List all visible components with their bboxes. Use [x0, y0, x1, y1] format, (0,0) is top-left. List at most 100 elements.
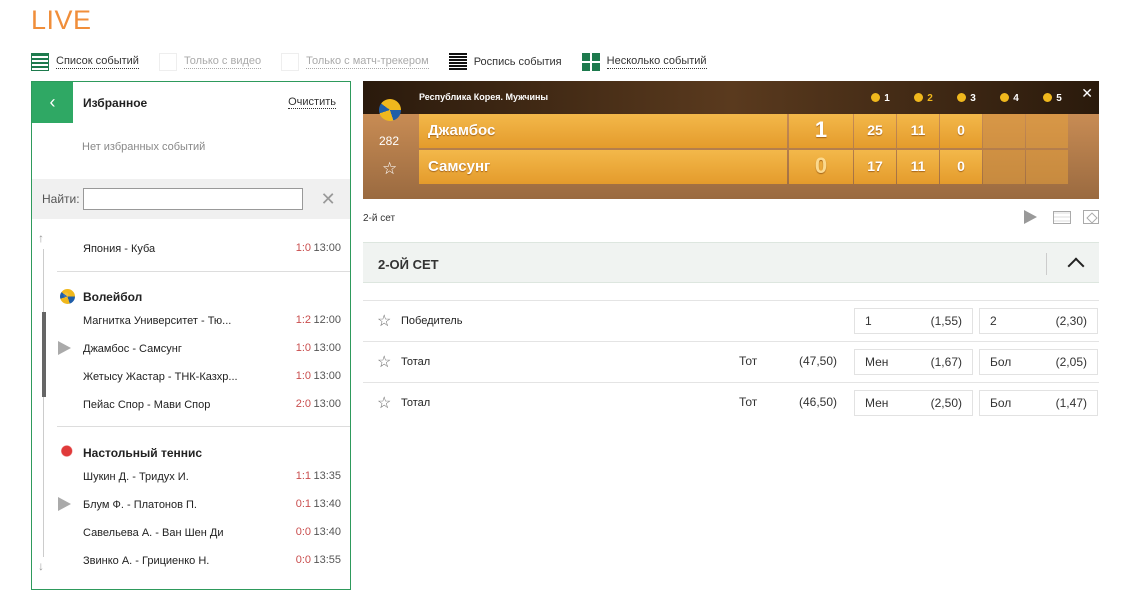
search-input[interactable] — [82, 188, 303, 210]
event-row-selected[interactable]: Джамбос - Самсунг 1:0 13:00 — [58, 341, 341, 357]
event-time: 13:40 — [313, 526, 341, 538]
event-row[interactable]: Блум Ф. - Платонов П. 0:1 13:40 — [58, 497, 341, 513]
market-name: Тотал — [401, 356, 431, 368]
divider — [1046, 253, 1047, 275]
event-score: 0:1 — [295, 498, 311, 510]
odds-button[interactable]: Мен (2,50) — [854, 390, 973, 416]
set-header: 5 — [1031, 93, 1074, 104]
event-row[interactable]: Савельева А. - Ван Шен Ди 0:0 13:40 — [83, 525, 341, 541]
odds-button[interactable]: 2 (2,30) — [979, 308, 1098, 334]
back-button[interactable]: ‹ — [32, 82, 73, 123]
scrollbar-thumb[interactable] — [42, 312, 46, 397]
view-option-event-detail[interactable]: Роспись события — [448, 53, 562, 71]
set-number: 5 — [1056, 93, 1062, 104]
view-option-video-only[interactable]: Только с видео — [158, 53, 262, 71]
team-row-away: Самсунг 0 17 11 0 — [419, 150, 1072, 184]
event-name: Звинко А. - Грициенко Н. — [83, 555, 210, 567]
market-row: ☆ Тотал Тот (47,50) Мен (1,67) Бол (2,05… — [363, 341, 1099, 382]
view-option-list[interactable]: Список событий — [31, 53, 139, 71]
close-icon[interactable]: ✕ — [1081, 85, 1093, 102]
multi-event-icon — [581, 53, 600, 71]
set-header-active: 2 — [902, 93, 945, 104]
star-icon[interactable]: ☆ — [377, 311, 391, 331]
odds-label: Мен — [865, 355, 889, 369]
event-name: Магнитка Университет - Тю... — [83, 315, 232, 327]
event-row[interactable]: Жетысу Жастар - ТНК-Казхр... 1:0 13:00 — [83, 369, 341, 385]
match-tracker-icon[interactable] — [1053, 210, 1071, 224]
set-number: 4 — [1013, 93, 1019, 104]
view-option-label: Только с видео — [183, 55, 262, 69]
events-list: ↑ ↓ Япония - Куба 1:0 13:00 Волейбол Маг… — [32, 219, 350, 589]
event-time: 13:00 — [313, 370, 341, 382]
expand-view-icon[interactable] — [1083, 210, 1099, 224]
team-set-score: 11 — [897, 114, 939, 148]
event-name: Пейас Спор - Мави Спор — [83, 399, 211, 411]
event-score: 0:0 — [295, 526, 311, 538]
event-row[interactable]: Шукин Д. - Тридух И. 1:1 13:35 — [83, 469, 341, 485]
odds-value: (1,55) — [930, 314, 962, 328]
market-name: Победитель — [401, 315, 463, 327]
scoreboard: Республика Корея. Мужчины ✕ 282 ☆ 1 2 3 … — [363, 81, 1099, 199]
sport-header-volleyball[interactable]: Волейбол — [60, 289, 142, 304]
odds-value: (1,47) — [1055, 396, 1087, 410]
scrollbar-track[interactable] — [43, 249, 44, 557]
market-name: Тотал — [401, 397, 431, 409]
event-name: Блум Ф. - Платонов П. — [83, 499, 197, 511]
star-icon[interactable]: ☆ — [377, 393, 391, 413]
odds-button[interactable]: Мен (1,67) — [854, 349, 973, 375]
odds-button[interactable]: 1 (1,55) — [854, 308, 973, 334]
tracker-filter-icon — [281, 53, 300, 71]
events-sidebar: ‹ Избранное Очистить Нет избранных событ… — [31, 81, 351, 590]
view-option-label: Роспись события — [473, 55, 562, 68]
set-header: 4 — [988, 93, 1031, 104]
sport-header-table-tennis[interactable]: Настольный теннис — [60, 445, 202, 460]
view-option-multi-event[interactable]: Несколько событий — [581, 53, 707, 71]
team-set-score — [1026, 150, 1068, 184]
event-score: 0:0 — [295, 554, 311, 566]
event-score: 1:0 — [295, 370, 311, 382]
set-headers: 1 2 3 4 5 — [859, 93, 1074, 104]
play-icon[interactable] — [1024, 210, 1037, 224]
team-score: 1 — [789, 114, 853, 148]
arrow-down-icon[interactable]: ↓ — [38, 559, 44, 573]
volleyball-icon — [379, 99, 401, 121]
team-score: 0 — [789, 150, 853, 184]
odds-button[interactable]: Бол (1,47) — [979, 390, 1098, 416]
odds-label: Мен — [865, 396, 889, 410]
arrow-up-icon[interactable]: ↑ — [38, 231, 44, 245]
volleyball-icon — [957, 93, 967, 102]
page-title: LIVE — [31, 5, 92, 35]
event-score: 1:2 — [295, 314, 311, 326]
sport-title: Настольный теннис — [83, 445, 203, 460]
close-icon[interactable]: ✕ — [321, 189, 336, 210]
view-options-bar: Список событий Только с видео Только с м… — [31, 52, 727, 72]
star-icon[interactable]: ☆ — [377, 352, 391, 372]
volleyball-icon — [1043, 93, 1053, 102]
odds-button[interactable]: Бол (2,05) — [979, 349, 1098, 375]
view-option-label: Список событий — [56, 55, 139, 69]
event-score: 1:0 — [295, 242, 311, 254]
odds-label: 1 — [865, 314, 872, 328]
play-icon — [58, 341, 71, 355]
event-row[interactable]: Магнитка Университет - Тю... 1:2 12:00 — [83, 313, 341, 329]
event-score: 1:0 — [295, 342, 311, 354]
event-time: 13:00 — [313, 242, 341, 254]
chevron-up-icon[interactable] — [1067, 257, 1085, 275]
market-row: ☆ Победитель 1 (1,55) 2 (2,30) — [363, 300, 1099, 341]
market-section-header[interactable]: 2-ОЙ СЕТ — [363, 242, 1099, 283]
view-option-tracker-only[interactable]: Только с матч-трекером — [281, 53, 429, 71]
event-name: Джамбос - Самсунг — [83, 343, 182, 355]
list-icon — [31, 53, 49, 71]
event-score: 1:1 — [295, 470, 311, 482]
team-name: Джамбос — [419, 114, 787, 148]
chevron-left-icon: ‹ — [49, 92, 56, 112]
odds-value: (2,30) — [1055, 314, 1087, 328]
team-set-score: 0 — [940, 150, 982, 184]
event-row[interactable]: Япония - Куба 1:0 13:00 — [83, 241, 341, 257]
star-icon[interactable]: ☆ — [382, 159, 397, 179]
event-row[interactable]: Звинко А. - Грициенко Н. 0:0 13:55 — [83, 553, 341, 569]
clear-favorites-link[interactable]: Очистить — [288, 96, 336, 109]
event-row[interactable]: Пейас Спор - Мави Спор 2:0 13:00 — [83, 397, 341, 413]
team-set-score — [1026, 114, 1068, 148]
view-option-label: Только с матч-трекером — [306, 55, 429, 69]
